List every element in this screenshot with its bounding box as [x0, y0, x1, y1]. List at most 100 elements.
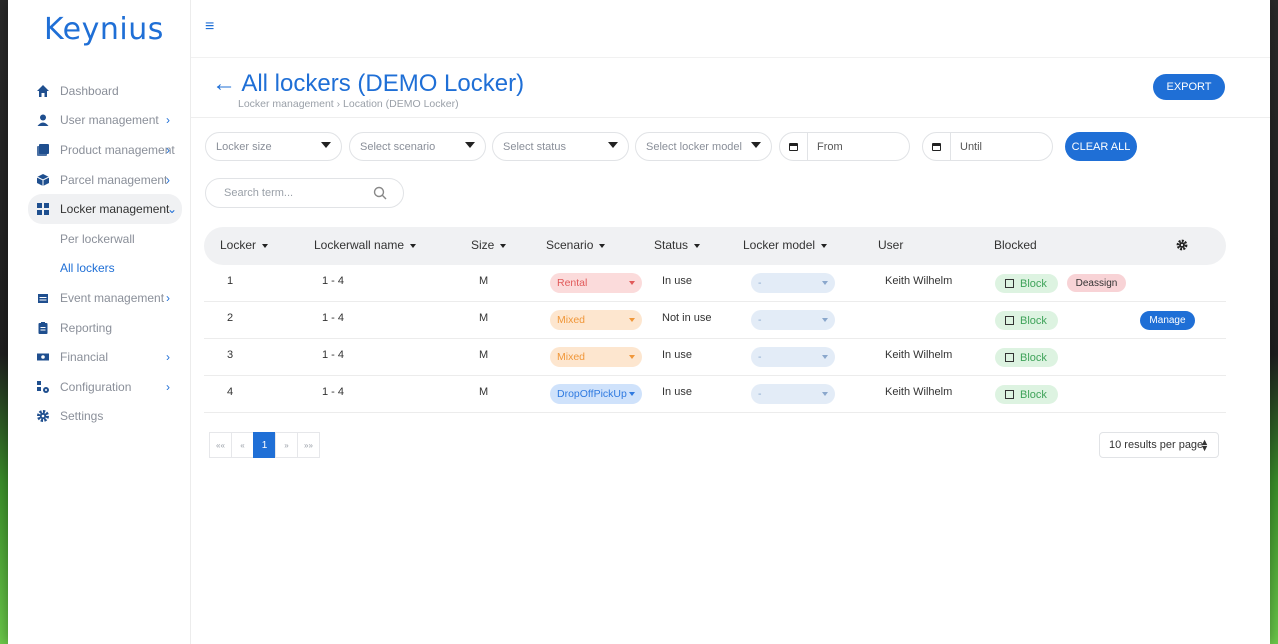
column-header-label: Size: [471, 238, 495, 252]
sidebar-item-locker-management[interactable]: Locker management ⌄: [28, 194, 182, 224]
scenario-dropdown[interactable]: Rental: [550, 273, 642, 293]
table-row[interactable]: 4 1 - 4 M DropOffPickUp In use - Keith W…: [204, 376, 1226, 413]
column-settings-gear-icon[interactable]: [1176, 239, 1188, 251]
table-row[interactable]: 2 1 - 4 M Mixed Not in use - Block Manag…: [204, 302, 1226, 339]
scenario-dropdown[interactable]: Mixed: [550, 310, 642, 330]
caret-down-icon: [629, 281, 635, 285]
page-button-current[interactable]: 1: [253, 432, 276, 458]
locker-model-dropdown[interactable]: -: [751, 347, 835, 367]
sidebar-item-reporting[interactable]: Reporting: [8, 313, 191, 343]
sidebar-item-label: Parcel management: [60, 172, 168, 187]
chevron-down-icon: ⌄: [167, 202, 178, 217]
block-button[interactable]: Block: [995, 274, 1058, 293]
scenario-dropdown[interactable]: Mixed: [550, 347, 642, 367]
sidebar-item-product-management[interactable]: Product management ›: [8, 135, 191, 165]
app-logo[interactable]: Keynius: [44, 12, 164, 47]
caret-down-icon: [822, 281, 828, 285]
locker-size-placeholder: Locker size: [216, 140, 272, 153]
cell-lockerwall: 1 - 4: [322, 386, 345, 398]
sidebar-item-event-management[interactable]: Event management ›: [8, 283, 191, 313]
calendar-icon[interactable]: [780, 133, 808, 160]
prev-page-button[interactable]: «: [231, 432, 254, 458]
sidebar-item-dashboard[interactable]: Dashboard: [8, 76, 191, 106]
clear-all-button[interactable]: CLEAR ALL: [1065, 132, 1137, 161]
caret-down-icon: [629, 318, 635, 322]
until-date-field[interactable]: Until: [922, 132, 1053, 161]
chevron-right-icon: ›: [166, 350, 170, 365]
locker-model-value: -: [758, 351, 762, 363]
chevron-right-icon: ›: [166, 290, 170, 305]
column-header-size[interactable]: Size: [471, 238, 507, 252]
hamburger-menu-icon[interactable]: ≡: [205, 18, 214, 36]
locker-model-dropdown[interactable]: -: [751, 384, 835, 404]
sidebar-subitem-per-lockerwall[interactable]: Per lockerwall: [8, 224, 191, 254]
sidebar-item-label: Reporting: [60, 320, 113, 335]
cell-user: Keith Wilhelm: [885, 386, 953, 398]
sidebar-item-configuration[interactable]: Configuration ›: [8, 372, 191, 402]
app-window: Keynius Dashboard User management › Prod…: [8, 0, 1270, 644]
deassign-button[interactable]: Deassign: [1067, 274, 1126, 292]
locker-size-select[interactable]: Locker size: [205, 132, 342, 161]
locker-model-dropdown[interactable]: -: [751, 310, 835, 330]
table-row[interactable]: 1 1 - 4 M Rental In use - Keith Wilhelm …: [204, 265, 1226, 302]
caret-down-icon: [321, 142, 331, 148]
sidebar-item-financial[interactable]: Financial ›: [8, 342, 191, 372]
scenario-dropdown[interactable]: DropOffPickUp: [550, 384, 642, 404]
sort-caret-icon: [821, 243, 828, 248]
table-header: Locker Lockerwall name Size Scenario Sta…: [204, 227, 1226, 265]
column-header-label: Locker: [220, 238, 257, 252]
manage-button[interactable]: Manage: [1140, 311, 1195, 330]
results-per-page-select[interactable]: 10 results per page ▲ ▼: [1099, 432, 1219, 458]
sidebar-subitem-label: Per lockerwall: [60, 231, 135, 246]
block-label: Block: [1020, 388, 1047, 401]
cell-user: Keith Wilhelm: [885, 275, 953, 287]
config-icon: [36, 380, 50, 394]
cell-locker: 3: [227, 349, 234, 361]
block-button[interactable]: Block: [995, 385, 1058, 404]
column-header-locker-model[interactable]: Locker model: [743, 238, 828, 252]
column-header-locker[interactable]: Locker: [220, 238, 269, 252]
breadcrumb[interactable]: Locker management › Location (DEMO Locke…: [238, 98, 459, 110]
sidebar-subitem-all-lockers[interactable]: All lockers: [8, 254, 191, 284]
from-date-field[interactable]: From: [779, 132, 910, 161]
sidebar-item-user-management[interactable]: User management ›: [8, 106, 191, 136]
status-select[interactable]: Select status: [492, 132, 629, 161]
column-header-lockerwall-name[interactable]: Lockerwall name: [314, 238, 417, 252]
column-header-scenario[interactable]: Scenario: [546, 238, 606, 252]
gear-icon: [36, 409, 50, 423]
scenario-select[interactable]: Select scenario: [349, 132, 486, 161]
locker-model-dropdown[interactable]: -: [751, 273, 835, 293]
sidebar-item-settings[interactable]: Settings: [8, 402, 191, 432]
status-placeholder: Select status: [503, 140, 566, 153]
search-icon[interactable]: [372, 185, 388, 201]
cell-status: Not in use: [662, 312, 712, 324]
clipboard-icon: [36, 321, 50, 335]
locker-model-placeholder: Select locker model: [646, 140, 742, 153]
search-input[interactable]: Search term...: [205, 178, 404, 208]
next-page-button[interactable]: »: [275, 432, 298, 458]
column-header-status[interactable]: Status: [654, 238, 701, 252]
until-date-placeholder: Until: [960, 141, 983, 153]
last-page-button[interactable]: »»: [297, 432, 320, 458]
block-button[interactable]: Block: [995, 311, 1058, 330]
chevron-right-icon: ›: [166, 379, 170, 394]
calendar-icon[interactable]: [923, 133, 951, 160]
table-row[interactable]: 3 1 - 4 M Mixed In use - Keith Wilhelm B…: [204, 339, 1226, 376]
export-button[interactable]: EXPORT: [1153, 74, 1225, 100]
column-header-label: User: [878, 238, 904, 252]
search-placeholder: Search term...: [224, 187, 294, 199]
money-icon: [36, 350, 50, 364]
caret-down-icon: [822, 318, 828, 322]
cell-lockerwall: 1 - 4: [322, 349, 345, 361]
caret-down-icon: [629, 355, 635, 359]
locker-model-select[interactable]: Select locker model: [635, 132, 772, 161]
logo-text: Keynius: [44, 12, 164, 47]
sidebar-item-label: Locker management: [60, 202, 170, 217]
page-title[interactable]: ← All lockers (DEMO Locker): [212, 70, 524, 98]
cell-size: M: [479, 349, 489, 361]
sort-caret-icon: [500, 243, 507, 248]
block-button[interactable]: Block: [995, 348, 1058, 367]
checkbox-icon: [1005, 316, 1014, 325]
sidebar-item-parcel-management[interactable]: Parcel management ›: [8, 165, 191, 195]
first-page-button[interactable]: ««: [209, 432, 232, 458]
